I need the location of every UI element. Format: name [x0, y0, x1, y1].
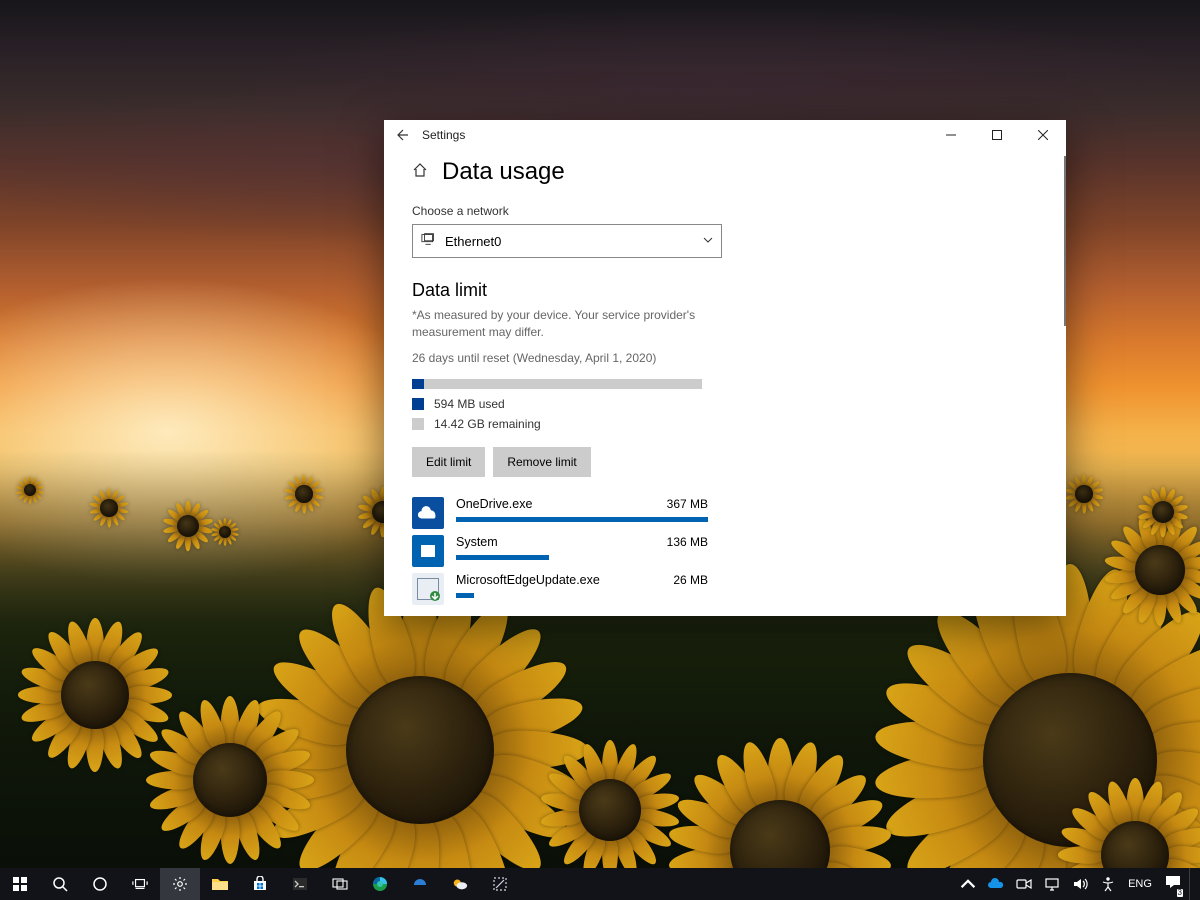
app-onedrive-icon — [412, 497, 444, 529]
taskbar-app-store[interactable] — [240, 868, 280, 900]
app-size: 367 MB — [667, 497, 708, 511]
ethernet-icon — [421, 232, 437, 251]
taskbar-app-terminal[interactable] — [280, 868, 320, 900]
tray-meet-now-icon[interactable] — [1011, 868, 1037, 900]
taskbar-app-settings[interactable] — [160, 868, 200, 900]
app-name: System — [456, 535, 498, 549]
taskbar-app-edge-chromium[interactable] — [360, 868, 400, 900]
data-usage-bar — [412, 379, 702, 389]
app-usage-bar — [456, 517, 708, 522]
app-row[interactable]: OneDrive.exe 367 MB — [412, 497, 1038, 529]
tray-language-indicator[interactable]: ENG — [1123, 868, 1157, 900]
taskbar-app-mail[interactable] — [320, 868, 360, 900]
page-title: Data usage — [442, 158, 565, 186]
taskbar-app-explorer[interactable] — [200, 868, 240, 900]
app-system-icon — [412, 535, 444, 567]
app-name: MicrosoftEdgeUpdate.exe — [456, 573, 600, 587]
show-desktop-button[interactable] — [1189, 868, 1196, 900]
notification-count: 3 — [1177, 889, 1183, 897]
network-select[interactable]: Ethernet0 — [412, 224, 722, 258]
app-usage-bar — [456, 555, 708, 560]
used-label: 594 MB used — [434, 397, 505, 411]
swatch-used-icon — [412, 398, 424, 410]
taskbar[interactable]: ENG 3 — [0, 868, 1200, 900]
taskbar-app-snip[interactable] — [480, 868, 520, 900]
tray-ease-of-access-icon[interactable] — [1095, 868, 1121, 900]
tray-volume-icon[interactable] — [1067, 868, 1093, 900]
app-row[interactable]: MicrosoftEdgeUpdate.exe 26 MB — [412, 573, 1038, 605]
swatch-remaining-icon — [412, 418, 424, 430]
data-usage-fill — [412, 379, 424, 389]
task-view-button[interactable] — [120, 868, 160, 900]
network-select-value: Ethernet0 — [445, 234, 695, 249]
tray-network-icon[interactable] — [1039, 868, 1065, 900]
remaining-label: 14.42 GB remaining — [434, 417, 541, 431]
edit-limit-button[interactable]: Edit limit — [412, 447, 485, 477]
remove-limit-button[interactable]: Remove limit — [493, 447, 590, 477]
app-size: 136 MB — [667, 535, 708, 549]
minimize-button[interactable] — [928, 120, 974, 150]
data-limit-note: *As measured by your device. Your servic… — [412, 307, 712, 342]
app-size: 26 MB — [673, 573, 708, 587]
taskbar-app-edge-legacy[interactable] — [400, 868, 440, 900]
app-usage-list: OneDrive.exe 367 MB System 136 MB MicrosoftE… — [412, 497, 1038, 605]
reset-countdown: 26 days until reset (Wednesday, April 1,… — [412, 350, 1038, 367]
app-name: OneDrive.exe — [456, 497, 532, 511]
search-button[interactable] — [40, 868, 80, 900]
tray-onedrive-icon[interactable] — [983, 868, 1009, 900]
window-content: Data usage Choose a network Ethernet0 Da… — [384, 150, 1066, 616]
app-row[interactable]: System 136 MB — [412, 535, 1038, 567]
window-title: Settings — [422, 128, 465, 142]
back-button[interactable] — [394, 127, 410, 143]
choose-network-label: Choose a network — [412, 204, 1038, 218]
chevron-down-icon — [703, 232, 713, 250]
app-edge-icon — [412, 573, 444, 605]
window-titlebar[interactable]: Settings — [384, 120, 1066, 150]
maximize-button[interactable] — [974, 120, 1020, 150]
start-button[interactable] — [0, 868, 40, 900]
scrollbar-thumb[interactable] — [1064, 156, 1066, 326]
cortana-button[interactable] — [80, 868, 120, 900]
close-button[interactable] — [1020, 120, 1066, 150]
data-limit-heading: Data limit — [412, 280, 1038, 301]
taskbar-app-weather[interactable] — [440, 868, 480, 900]
legend-remaining: 14.42 GB remaining — [412, 417, 1038, 431]
home-icon[interactable] — [412, 162, 428, 183]
legend-used: 594 MB used — [412, 397, 1038, 411]
settings-window: Settings Data usage Choose a network Eth… — [384, 120, 1066, 616]
tray-overflow-button[interactable] — [955, 868, 981, 900]
action-center-button[interactable]: 3 — [1159, 868, 1187, 900]
app-usage-bar — [456, 593, 708, 598]
